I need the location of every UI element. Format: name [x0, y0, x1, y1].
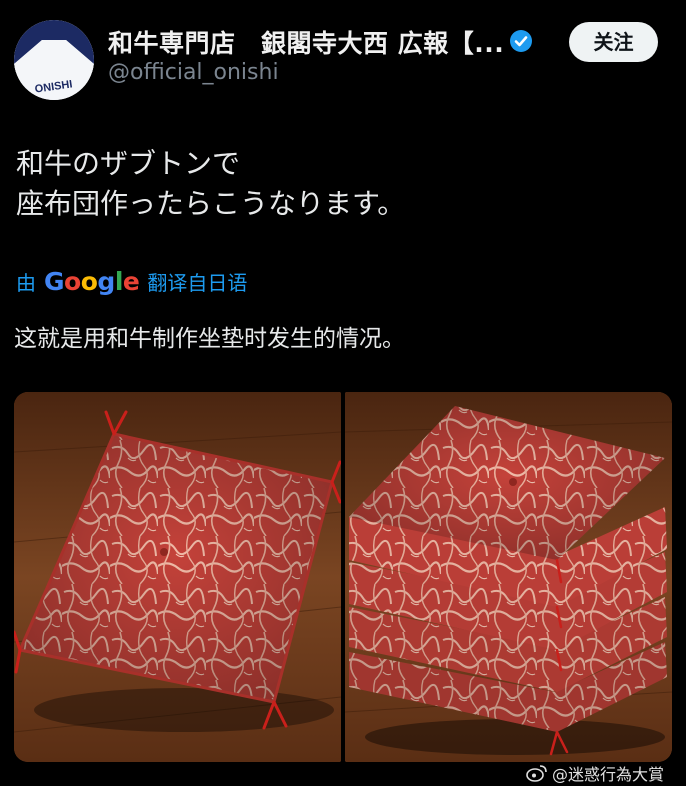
translate-prefix: 由 [16, 270, 36, 295]
tweet-text-line: 座布団作ったらこうなります。 [16, 187, 406, 220]
google-logo-icon: Google [44, 266, 140, 296]
photo-single-cushion[interactable] [14, 392, 341, 762]
tweet-text: 和牛のザブトンで 座布団作ったらこうなります。 [16, 144, 666, 224]
translate-suffix: 翻译自日语 [147, 270, 248, 295]
weibo-icon [526, 765, 547, 782]
onishi-logo-icon: ONISHI [14, 20, 94, 100]
author-handle[interactable]: @official_onishi [108, 60, 279, 85]
tweet-text-line: 和牛のザブトンで [16, 147, 241, 180]
photo-stacked-cushions[interactable] [345, 392, 672, 762]
translation-attribution[interactable]: 由 Google 翻译自日语 [16, 265, 247, 297]
follow-button[interactable]: 关注 [569, 22, 658, 62]
author-name[interactable]: 和牛専門店 銀閣寺大西 広報【... [108, 24, 528, 60]
author-avatar[interactable]: ONISHI [14, 20, 94, 100]
watermark-text: @迷惑行為大賞 [552, 765, 665, 784]
weibo-watermark: @迷惑行為大賞 [526, 760, 664, 786]
verified-badge-icon [510, 30, 532, 52]
tweet-header: ONISHI 和牛専門店 銀閣寺大西 広報【... @official_onis… [0, 0, 686, 110]
translated-text: 这就是用和牛制作坐垫时发生的情况。 [14, 326, 405, 352]
